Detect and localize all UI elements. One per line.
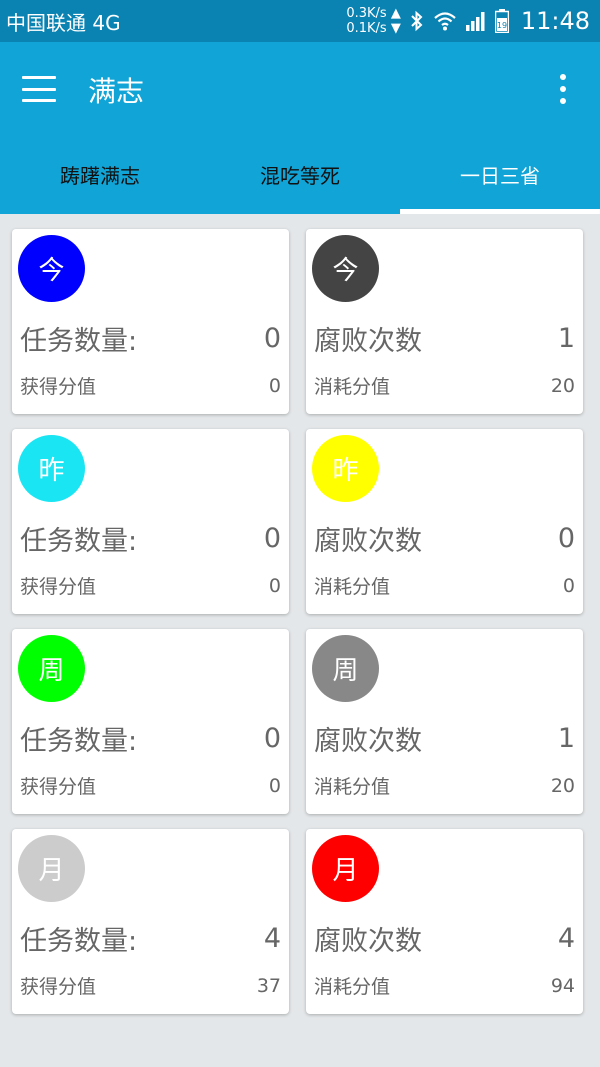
sub-label: 获得分值 — [20, 976, 97, 998]
tab-reflect[interactable]: 一日三省 — [400, 138, 600, 214]
toolbar: 满志 — [0, 42, 600, 138]
main-row: 任务数量: 0 — [20, 719, 281, 758]
sub-value: 0 — [562, 574, 575, 597]
card-week-corruption[interactable]: 周 腐败次数 1 消耗分值 20 — [306, 629, 583, 814]
download-speed: 0.1K/s ▼ — [346, 21, 401, 36]
main-label: 任务数量: — [20, 926, 138, 957]
main-value: 0 — [263, 323, 281, 354]
stats-grid: 今 任务数量: 0 获得分值 0 今 腐败次数 1 消耗分值 20 昨 任务数量… — [12, 229, 583, 1014]
sub-value: 0 — [268, 574, 281, 597]
sub-row: 消耗分值 20 — [314, 372, 575, 399]
sub-label: 消耗分值 — [314, 376, 391, 398]
card-week-tasks[interactable]: 周 任务数量: 0 获得分值 0 — [12, 629, 289, 814]
period-badge: 月 — [18, 835, 85, 902]
signal-icon — [465, 10, 487, 32]
sub-row: 获得分值 0 — [20, 372, 281, 399]
period-badge: 昨 — [312, 435, 379, 502]
sub-value: 0 — [268, 774, 281, 797]
sub-label: 获得分值 — [20, 776, 97, 798]
sub-label: 消耗分值 — [314, 576, 391, 598]
carrier-label: 中国联通 4G — [6, 10, 121, 35]
main-value: 4 — [557, 923, 575, 954]
period-badge: 周 — [18, 635, 85, 702]
main-value: 0 — [557, 523, 575, 554]
period-badge: 周 — [312, 635, 379, 702]
network-speed: 0.3K/s ▲ 0.1K/s ▼ — [346, 6, 400, 36]
sub-value: 94 — [550, 974, 575, 997]
main-row: 任务数量: 0 — [20, 519, 281, 558]
main-row: 腐败次数 0 — [314, 519, 575, 558]
main-label: 任务数量: — [20, 726, 138, 757]
main-label: 腐败次数 — [314, 726, 422, 757]
sub-row: 消耗分值 94 — [314, 972, 575, 999]
period-badge: 月 — [312, 835, 379, 902]
clock: 11:48 — [520, 7, 590, 35]
period-badge: 今 — [18, 235, 85, 302]
main-label: 任务数量: — [20, 326, 138, 357]
wifi-icon — [433, 10, 457, 32]
sub-row: 消耗分值 0 — [314, 572, 575, 599]
sub-value: 0 — [268, 374, 281, 397]
sub-row: 消耗分值 20 — [314, 772, 575, 799]
sub-row: 获得分值 0 — [20, 572, 281, 599]
main-label: 腐败次数 — [314, 926, 422, 957]
main-value: 1 — [557, 323, 575, 354]
sub-label: 消耗分值 — [314, 976, 391, 998]
main-label: 腐败次数 — [314, 526, 422, 557]
sub-value: 20 — [550, 374, 575, 397]
battery-level: 19 — [497, 21, 507, 30]
card-yesterday-tasks[interactable]: 昨 任务数量: 0 获得分值 0 — [12, 429, 289, 614]
tab-idle[interactable]: 混吃等死 — [200, 138, 400, 214]
battery-icon: 19 — [494, 9, 509, 33]
sub-row: 获得分值 0 — [20, 772, 281, 799]
tab-ambition[interactable]: 踌躇满志 — [0, 138, 200, 214]
card-month-tasks[interactable]: 月 任务数量: 4 获得分值 37 — [12, 829, 289, 1014]
status-icons: 0.3K/s ▲ 0.1K/s ▼ 19 11:48 — [346, 6, 590, 36]
bluetooth-icon — [409, 10, 425, 32]
app-bar: 满志 踌躇满志 混吃等死 一日三省 — [0, 42, 600, 214]
hamburger-menu-icon[interactable] — [22, 74, 56, 104]
main-row: 腐败次数 1 — [314, 719, 575, 758]
card-today-tasks[interactable]: 今 任务数量: 0 获得分值 0 — [12, 229, 289, 414]
tab-bar: 踌躇满志 混吃等死 一日三省 — [0, 138, 600, 214]
main-value: 0 — [263, 723, 281, 754]
sub-label: 获得分值 — [20, 376, 97, 398]
main-row: 腐败次数 1 — [314, 319, 575, 358]
sub-value: 37 — [256, 974, 281, 997]
main-value: 4 — [263, 923, 281, 954]
upload-speed: 0.3K/s ▲ — [346, 6, 401, 21]
main-label: 任务数量: — [20, 526, 138, 557]
card-month-corruption[interactable]: 月 腐败次数 4 消耗分值 94 — [306, 829, 583, 1014]
period-badge: 昨 — [18, 435, 85, 502]
app-title: 满志 — [88, 75, 145, 108]
more-vert-icon[interactable] — [556, 74, 570, 104]
sub-value: 20 — [550, 774, 575, 797]
period-badge: 今 — [312, 235, 379, 302]
card-yesterday-corruption[interactable]: 昨 腐败次数 0 消耗分值 0 — [306, 429, 583, 614]
sub-label: 获得分值 — [20, 576, 97, 598]
sub-label: 消耗分值 — [314, 776, 391, 798]
sub-row: 获得分值 37 — [20, 972, 281, 999]
card-today-corruption[interactable]: 今 腐败次数 1 消耗分值 20 — [306, 229, 583, 414]
main-row: 腐败次数 4 — [314, 919, 575, 958]
main-row: 任务数量: 4 — [20, 919, 281, 958]
main-value: 0 — [263, 523, 281, 554]
status-bar: 中国联通 4G 0.3K/s ▲ 0.1K/s ▼ 19 11:48 — [0, 0, 600, 42]
main-label: 腐败次数 — [314, 326, 422, 357]
main-row: 任务数量: 0 — [20, 319, 281, 358]
main-value: 1 — [557, 723, 575, 754]
